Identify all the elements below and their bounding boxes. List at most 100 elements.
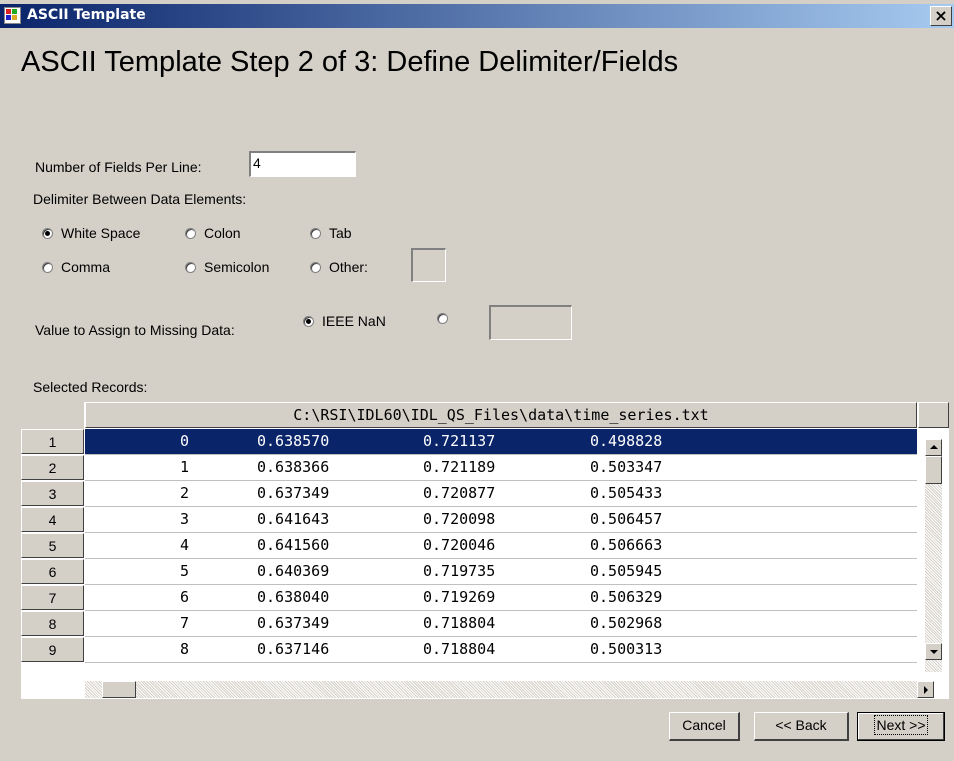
record-value: 0.505945 bbox=[590, 562, 663, 580]
table-row[interactable]: 9 8 0.637146 0.718804 0.500313 bbox=[21, 637, 917, 663]
record-value: 0.719735 bbox=[423, 562, 496, 580]
record-cell[interactable]: 0 0.638570 0.721137 0.498828 bbox=[85, 429, 917, 455]
radio-label: Tab bbox=[329, 225, 352, 241]
record-rows: 1 0 0.638570 0.721137 0.498828 2 1 0.638366 0.72… bbox=[21, 429, 917, 672]
record-cell[interactable]: 6 0.638040 0.719269 0.506329 bbox=[85, 585, 917, 611]
table-row[interactable]: 6 5 0.640369 0.719735 0.505945 bbox=[21, 559, 917, 585]
table-row[interactable]: 3 2 0.637349 0.720877 0.505433 bbox=[21, 481, 917, 507]
table-row[interactable]: 1 0 0.638570 0.721137 0.498828 bbox=[21, 429, 917, 455]
arrow-right-icon[interactable] bbox=[917, 681, 934, 698]
record-value: 0.638040 bbox=[257, 588, 330, 606]
radio-button[interactable] bbox=[42, 227, 53, 239]
close-icon[interactable]: × bbox=[930, 6, 952, 26]
record-value: 3 bbox=[180, 510, 190, 528]
row-number[interactable]: 8 bbox=[21, 611, 84, 636]
row-number[interactable]: 5 bbox=[21, 533, 84, 558]
radio-label: IEEE NaN bbox=[322, 313, 386, 329]
table-row[interactable]: 4 3 0.641643 0.720098 0.506457 bbox=[21, 507, 917, 533]
row-number[interactable]: 9 bbox=[21, 637, 84, 662]
record-cell[interactable]: 2 0.637349 0.720877 0.505433 bbox=[85, 481, 917, 507]
radio-colon[interactable]: Colon bbox=[185, 225, 241, 241]
radio-button[interactable] bbox=[303, 315, 314, 327]
record-cell[interactable]: 8 0.637146 0.718804 0.500313 bbox=[85, 637, 917, 663]
cancel-button[interactable]: Cancel bbox=[669, 712, 740, 741]
radio-custom-missing[interactable] bbox=[437, 313, 456, 324]
table-row[interactable]: 2 1 0.638366 0.721189 0.503347 bbox=[21, 455, 917, 481]
record-value: 0.641560 bbox=[257, 536, 330, 554]
record-value: 0.720098 bbox=[423, 510, 496, 528]
record-cell[interactable]: 7 0.637349 0.718804 0.502968 bbox=[85, 611, 917, 637]
record-value: 0.637349 bbox=[257, 484, 330, 502]
row-number[interactable]: 2 bbox=[21, 455, 84, 480]
row-number[interactable]: 3 bbox=[21, 481, 84, 506]
window-title: ASCII Template bbox=[27, 7, 146, 23]
record-value: 0.719269 bbox=[423, 588, 496, 606]
table-row[interactable]: 8 7 0.637349 0.718804 0.502968 bbox=[21, 611, 917, 637]
record-value: 7 bbox=[180, 614, 190, 632]
radio-button[interactable] bbox=[310, 227, 321, 239]
record-value: 0.502968 bbox=[590, 614, 663, 632]
radio-button[interactable] bbox=[437, 313, 448, 324]
record-value: 0.637146 bbox=[257, 640, 330, 658]
missing-value-input[interactable] bbox=[489, 305, 572, 340]
radio-other[interactable]: Other: bbox=[310, 259, 368, 275]
radio-button[interactable] bbox=[42, 261, 53, 273]
radio-button[interactable] bbox=[185, 261, 196, 273]
row-number[interactable]: 1 bbox=[21, 429, 84, 454]
record-value: 0.721189 bbox=[423, 458, 496, 476]
record-value: 0.503347 bbox=[590, 458, 663, 476]
radio-ieee-nan[interactable]: IEEE NaN bbox=[303, 313, 386, 329]
row-number[interactable]: 7 bbox=[21, 585, 84, 610]
file-path-header[interactable]: C:\RSI\IDL60\IDL_QS_Files\data\time_seri… bbox=[85, 402, 917, 428]
record-value: 0.637349 bbox=[257, 614, 330, 632]
row-number[interactable]: 6 bbox=[21, 559, 84, 584]
back-button[interactable]: << Back bbox=[754, 712, 849, 741]
horizontal-scroll-track[interactable] bbox=[85, 681, 917, 698]
radio-semicolon[interactable]: Semicolon bbox=[185, 259, 269, 275]
vertical-scroll-track[interactable] bbox=[925, 456, 942, 672]
record-value: 5 bbox=[180, 562, 190, 580]
record-value: 4 bbox=[180, 536, 190, 554]
radio-comma[interactable]: Comma bbox=[42, 259, 110, 275]
radio-button[interactable] bbox=[185, 227, 196, 239]
record-cell[interactable]: 3 0.641643 0.720098 0.506457 bbox=[85, 507, 917, 533]
radio-label: White Space bbox=[61, 225, 141, 241]
record-value: 0.498828 bbox=[590, 432, 663, 450]
ascii-template-window: ASCII Template × ASCII Template Step 2 o… bbox=[0, 0, 954, 761]
record-value: 0.506457 bbox=[590, 510, 663, 528]
next-button[interactable]: Next >> bbox=[857, 712, 945, 741]
record-value: 0.720877 bbox=[423, 484, 496, 502]
radio-white-space[interactable]: White Space bbox=[42, 225, 140, 241]
record-value: 0.718804 bbox=[423, 614, 496, 632]
record-value: 0.721137 bbox=[423, 432, 496, 450]
record-value: 0.638570 bbox=[257, 432, 330, 450]
selected-records-label: Selected Records: bbox=[33, 379, 148, 395]
table-row[interactable]: 7 6 0.638040 0.719269 0.506329 bbox=[21, 585, 917, 611]
arrow-up-icon[interactable] bbox=[925, 439, 942, 456]
vertical-scroll-thumb[interactable] bbox=[925, 456, 942, 484]
arrow-down-icon[interactable] bbox=[925, 643, 942, 660]
step-heading: ASCII Template Step 2 of 3: Define Delim… bbox=[21, 46, 679, 78]
radio-label: Semicolon bbox=[204, 259, 270, 275]
title-bar[interactable]: ASCII Template × bbox=[0, 4, 954, 28]
header-filler bbox=[918, 402, 949, 428]
radio-label: Comma bbox=[61, 259, 111, 275]
horizontal-scroll-thumb[interactable] bbox=[102, 681, 136, 698]
record-value: 1 bbox=[180, 458, 190, 476]
record-value: 2 bbox=[180, 484, 190, 502]
table-row[interactable]: 5 4 0.641560 0.720046 0.506663 bbox=[21, 533, 917, 559]
fields-per-line-input[interactable]: 4 bbox=[249, 151, 356, 177]
records-grid[interactable]: C:\RSI\IDL60\IDL_QS_Files\data\time_seri… bbox=[21, 402, 949, 699]
radio-button[interactable] bbox=[310, 261, 321, 273]
record-value: 0.638366 bbox=[257, 458, 330, 476]
record-cell[interactable]: 5 0.640369 0.719735 0.505945 bbox=[85, 559, 917, 585]
fields-per-line-label: Number of Fields Per Line: bbox=[35, 159, 202, 175]
radio-label: Other: bbox=[329, 259, 368, 275]
record-cell[interactable]: 4 0.641560 0.720046 0.506663 bbox=[85, 533, 917, 559]
other-delimiter-input[interactable] bbox=[411, 248, 446, 282]
row-number[interactable]: 4 bbox=[21, 507, 84, 532]
record-cell[interactable]: 1 0.638366 0.721189 0.503347 bbox=[85, 455, 917, 481]
ascii-template-icon bbox=[4, 7, 21, 24]
radio-tab[interactable]: Tab bbox=[310, 225, 352, 241]
record-value: 0.505433 bbox=[590, 484, 663, 502]
